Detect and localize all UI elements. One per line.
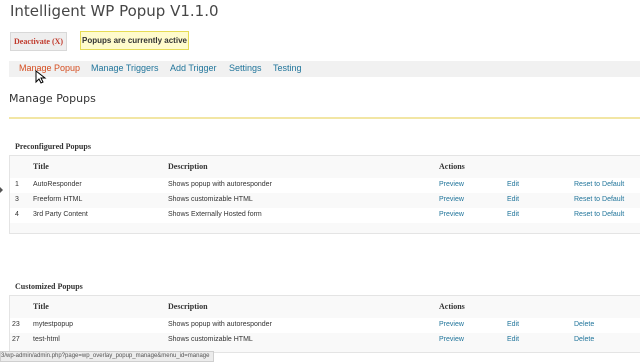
row-description: Shows Externally Hosted form bbox=[168, 211, 262, 218]
row-description: Shows popup with autoresponder bbox=[168, 321, 272, 328]
column-header-title: Title bbox=[33, 302, 49, 311]
table-row: 23 mytestpopup Shows popup with autoresp… bbox=[10, 318, 640, 333]
tab-manage-popup[interactable]: Manage Popup bbox=[19, 63, 80, 73]
column-header-description: Description bbox=[168, 302, 208, 311]
row-title: mytestpopup bbox=[33, 321, 74, 328]
edit-link[interactable]: Edit bbox=[507, 211, 519, 218]
table-row: 4 3rd Party Content Shows Externally Hos… bbox=[10, 208, 640, 223]
row-title: Freeform HTML bbox=[33, 196, 83, 203]
divider bbox=[9, 117, 640, 119]
row-title: test-html bbox=[33, 336, 60, 343]
table-row: 1 AutoResponder Shows popup with autores… bbox=[10, 178, 640, 193]
row-id: 3 bbox=[15, 196, 19, 203]
tab-settings[interactable]: Settings bbox=[229, 63, 262, 73]
preview-link[interactable]: Preview bbox=[439, 196, 464, 203]
row-id: 23 bbox=[12, 321, 20, 328]
deactivate-button[interactable]: Deactivate (X) bbox=[10, 32, 68, 51]
row-id: 4 bbox=[15, 211, 19, 218]
reset-to-default-link[interactable]: Reset to Default bbox=[574, 211, 624, 218]
column-header-title: Title bbox=[33, 162, 49, 171]
row-description: Shows customizable HTML bbox=[168, 196, 253, 203]
status-bar-url: 3/wp-admin/admin.php?page=wp_overlay_pop… bbox=[0, 351, 215, 362]
column-header-actions: Actions bbox=[439, 302, 465, 311]
preconfigured-section-title: Preconfigured Popups bbox=[15, 142, 91, 151]
delete-link[interactable]: Delete bbox=[574, 321, 594, 328]
edit-link[interactable]: Edit bbox=[507, 196, 519, 203]
mouse-cursor-icon bbox=[35, 70, 47, 84]
preview-link[interactable]: Preview bbox=[439, 211, 464, 218]
status-notice: Popups are currently active bbox=[80, 31, 189, 50]
delete-link[interactable]: Delete bbox=[574, 336, 594, 343]
row-id: 27 bbox=[12, 336, 20, 343]
row-title: AutoResponder bbox=[33, 181, 82, 188]
edit-link[interactable]: Edit bbox=[507, 321, 519, 328]
row-pointer-icon bbox=[0, 187, 3, 193]
row-title: 3rd Party Content bbox=[33, 211, 88, 218]
tab-manage-triggers[interactable]: Manage Triggers bbox=[91, 63, 159, 73]
table-row: 27 test-html Shows customizable HTML Pre… bbox=[10, 333, 640, 348]
row-description: Shows customizable HTML bbox=[168, 336, 253, 343]
preview-link[interactable]: Preview bbox=[439, 321, 464, 328]
column-header-description: Description bbox=[168, 162, 208, 171]
column-header-actions: Actions bbox=[439, 162, 465, 171]
page-title: Manage Popups bbox=[9, 92, 96, 105]
preview-link[interactable]: Preview bbox=[439, 336, 464, 343]
app-title: Intelligent WP Popup V1.1.0 bbox=[10, 2, 219, 20]
row-description: Shows popup with autoresponder bbox=[168, 181, 272, 188]
tab-testing[interactable]: Testing bbox=[273, 63, 302, 73]
edit-link[interactable]: Edit bbox=[507, 336, 519, 343]
reset-to-default-link[interactable]: Reset to Default bbox=[574, 181, 624, 188]
tab-add-trigger[interactable]: Add Trigger bbox=[170, 63, 217, 73]
edit-link[interactable]: Edit bbox=[507, 181, 519, 188]
reset-to-default-link[interactable]: Reset to Default bbox=[574, 196, 624, 203]
customized-section-title: Customized Popups bbox=[15, 282, 83, 291]
table-row: 3 Freeform HTML Shows customizable HTML … bbox=[10, 193, 640, 208]
preview-link[interactable]: Preview bbox=[439, 181, 464, 188]
row-id: 1 bbox=[15, 181, 19, 188]
